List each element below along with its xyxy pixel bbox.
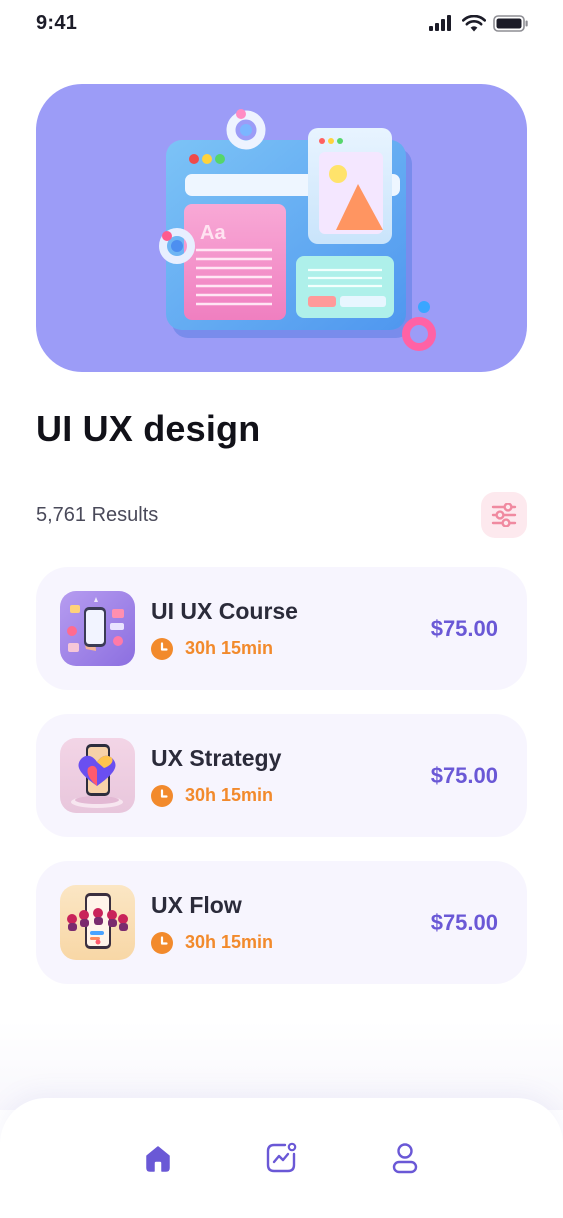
course-info: UI UX Course 30h 15min — [151, 598, 431, 660]
status-time: 9:41 — [36, 11, 78, 34]
course-title: UX Strategy — [151, 744, 282, 771]
clock-icon — [151, 637, 173, 660]
signal-icon — [429, 15, 451, 31]
course-info: UX Strategy 30h 15min — [151, 745, 431, 807]
chart-icon — [267, 1142, 297, 1173]
filter-button[interactable] — [481, 492, 527, 538]
course-duration: 30h 15min — [151, 931, 431, 954]
nav-profile[interactable] — [377, 1130, 433, 1186]
wifi-icon — [462, 14, 486, 31]
course-card[interactable]: UX Flow 30h 15min $75.00 — [36, 861, 527, 984]
course-price: $75.00 — [430, 762, 498, 788]
course-thumbnail — [60, 738, 135, 813]
course-thumbnail — [60, 591, 135, 666]
course-search-screen: 9:41 Aa UI UX design 5,761 Results UI UX… — [0, 0, 563, 1218]
course-price: $75.00 — [430, 615, 498, 641]
course-duration: 30h 15min — [151, 784, 431, 807]
hero-banner: Aa — [36, 84, 527, 372]
duration-text: 30h 15min — [185, 785, 274, 805]
hero-aa-text: Aa — [200, 222, 226, 244]
duration-text: 30h 15min — [185, 638, 274, 658]
nav-home[interactable] — [130, 1130, 186, 1186]
course-duration: 30h 15min — [151, 637, 431, 660]
sliders-icon — [491, 503, 517, 527]
course-title: UX Flow — [151, 891, 242, 918]
course-title: UI UX Course — [151, 597, 298, 624]
design-board-illustration: Aa — [159, 109, 436, 351]
user-icon — [392, 1143, 418, 1174]
heart-phone-illustration — [60, 738, 135, 813]
page-title: UI UX design — [36, 408, 261, 449]
course-thumbnail — [60, 885, 135, 960]
course-price: $75.00 — [430, 909, 498, 935]
home-icon — [146, 1146, 170, 1172]
course-list: UI UX Course 30h 15min $75.00 UX Strateg… — [36, 567, 527, 1008]
results-count: 5,761 Results — [36, 503, 159, 526]
status-bar: 9:41 — [0, 0, 563, 46]
bottom-nav — [0, 1098, 563, 1218]
results-row: 5,761 Results — [36, 492, 527, 538]
course-card[interactable]: UX Strategy 30h 15min $75.00 — [36, 714, 527, 837]
course-card[interactable]: UI UX Course 30h 15min $75.00 — [36, 567, 527, 690]
duration-text: 30h 15min — [185, 932, 274, 952]
nav-stats[interactable] — [253, 1130, 309, 1186]
clock-icon — [151, 784, 173, 807]
phone-social-illustration — [60, 591, 135, 666]
course-info: UX Flow 30h 15min — [151, 892, 431, 954]
bottom-fade — [0, 1020, 563, 1110]
battery-icon — [493, 14, 528, 32]
status-icons — [429, 14, 529, 32]
clock-icon — [151, 931, 173, 954]
people-phone-illustration — [60, 885, 135, 960]
